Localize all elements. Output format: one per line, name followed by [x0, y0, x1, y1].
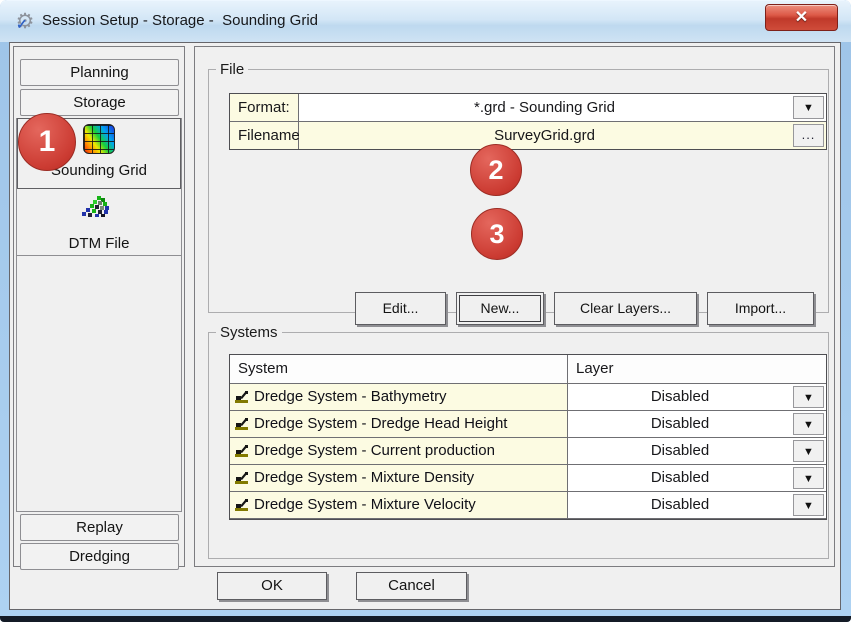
systems-group: Systems System Layer Dredge System - Bat… [208, 332, 829, 559]
table-header-row: System Layer [230, 355, 826, 384]
callout-1: 1 [18, 113, 76, 171]
table-row: Dredge System - Mixture Velocity Disable… [230, 492, 826, 519]
layer-value[interactable]: Disabled [568, 411, 826, 437]
column-header-system: System [230, 355, 568, 383]
format-label: Format: [230, 94, 299, 121]
window-bottom-edge [0, 616, 851, 622]
ellipsis-icon: ... [794, 125, 823, 145]
sidebar-tab-storage[interactable]: Storage [20, 89, 179, 116]
chevron-down-icon: ▼ [794, 387, 823, 409]
filename-row: Filename: SurveyGrid.grd ... [230, 122, 826, 149]
dredge-icon [235, 417, 250, 430]
chevron-down-icon: ▼ [794, 495, 823, 517]
dredge-icon [235, 390, 250, 403]
layer-dropdown-button[interactable]: ▼ [793, 386, 824, 408]
layer-dropdown-button[interactable]: ▼ [793, 440, 824, 462]
cancel-button[interactable]: Cancel [356, 572, 467, 600]
callout-2: 2 [470, 144, 522, 196]
layer-value[interactable]: Disabled [568, 492, 826, 518]
chevron-down-icon: ▼ [794, 468, 823, 490]
clear-layers-button[interactable]: Clear Layers... [554, 292, 697, 325]
layer-value[interactable]: Disabled [568, 438, 826, 464]
format-row: Format: *.grd - Sounding Grid ▼ [230, 94, 826, 122]
chevron-down-icon: ▼ [794, 414, 823, 436]
import-button[interactable]: Import... [707, 292, 814, 325]
systems-group-title: Systems [216, 324, 282, 341]
dredge-icon [235, 498, 250, 511]
sidebar-tab-planning[interactable]: Planning [20, 59, 179, 86]
sounding-grid-icon [83, 124, 115, 154]
sidebar-item-dtm-file[interactable]: DTM File [17, 189, 181, 256]
sidebar-tab-dredging[interactable]: Dredging [20, 543, 179, 570]
layer-dropdown-button[interactable]: ▼ [793, 467, 824, 489]
table-row: Dredge System - Bathymetry Disabled ▼ [230, 384, 826, 411]
layer-value[interactable]: Disabled [568, 384, 826, 410]
check-icon: ✓ [16, 12, 28, 36]
layer-value[interactable]: Disabled [568, 465, 826, 491]
system-cell: Dredge System - Bathymetry [230, 384, 568, 410]
callout-3: 3 [471, 208, 523, 260]
system-cell: Dredge System - Mixture Velocity [230, 492, 568, 518]
filename-browse-button[interactable]: ... [793, 124, 824, 147]
format-value[interactable]: *.grd - Sounding Grid [299, 94, 826, 121]
gear-check-icon: ⚙ ✓ [13, 10, 37, 34]
system-cell: Dredge System - Current production [230, 438, 568, 464]
systems-table: System Layer Dredge System - Bathymetry … [229, 354, 827, 520]
table-row: Dredge System - Mixture Density Disabled… [230, 465, 826, 492]
dredge-icon [235, 471, 250, 484]
chevron-down-icon: ▼ [794, 97, 823, 119]
file-group: File Format: *.grd - Sounding Grid ▼ Fil… [208, 69, 829, 313]
dtm-file-icon [80, 195, 118, 232]
table-row: Dredge System - Current production Disab… [230, 438, 826, 465]
dialog-client-area: Planning Storage Sounding Grid [9, 42, 841, 610]
sidebar-item-list: Sounding Grid [16, 118, 182, 512]
dredge-icon [235, 444, 250, 457]
system-cell: Dredge System - Mixture Density [230, 465, 568, 491]
ok-button[interactable]: OK [217, 572, 327, 600]
system-cell: Dredge System - Dredge Head Height [230, 411, 568, 437]
filename-label: Filename: [230, 122, 299, 149]
new-button[interactable]: New... [456, 292, 544, 325]
file-table: Format: *.grd - Sounding Grid ▼ Filename… [229, 93, 827, 150]
main-panel: File Format: *.grd - Sounding Grid ▼ Fil… [194, 46, 835, 567]
sidebar-item-label: DTM File [17, 235, 181, 252]
title-bar[interactable]: ⚙ ✓ Session Setup - Storage - Sounding G… [0, 0, 851, 42]
close-button[interactable]: ✕ [765, 4, 838, 31]
chevron-down-icon: ▼ [794, 441, 823, 463]
column-header-layer: Layer [568, 355, 826, 383]
edit-button[interactable]: Edit... [355, 292, 446, 325]
table-row: Dredge System - Dredge Head Height Disab… [230, 411, 826, 438]
file-group-title: File [216, 61, 248, 78]
sidebar-tab-replay[interactable]: Replay [20, 514, 179, 541]
filename-value[interactable]: SurveyGrid.grd [299, 122, 826, 149]
layer-dropdown-button[interactable]: ▼ [793, 413, 824, 435]
close-icon: ✕ [795, 9, 808, 26]
format-dropdown-button[interactable]: ▼ [793, 96, 824, 119]
window-title: Session Setup - Storage - Sounding Grid [42, 1, 318, 43]
dialog-window: ⚙ ✓ Session Setup - Storage - Sounding G… [0, 0, 851, 622]
layer-dropdown-button[interactable]: ▼ [793, 494, 824, 516]
